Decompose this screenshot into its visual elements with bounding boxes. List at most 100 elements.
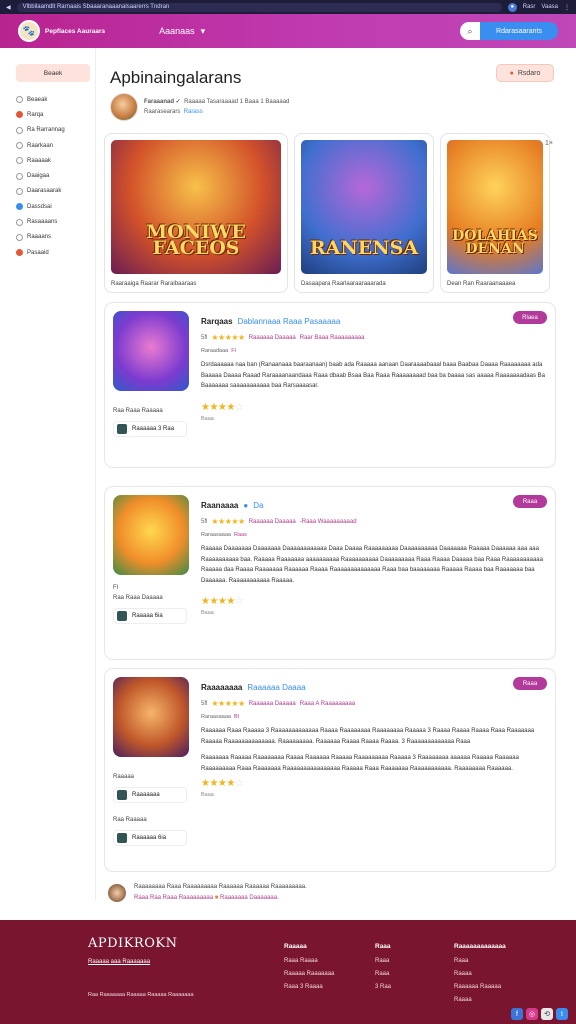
sidebar-item[interactable]: Beaeak [16,92,95,107]
footer-link[interactable]: Raaa [375,968,391,981]
footer-column: Raaa Raaa Raaa 3 Raa [375,940,391,994]
sidebar-item[interactable]: Daarasaarak [16,184,95,199]
sidebar-button[interactable]: Beaek [16,64,90,82]
gallery-card[interactable]: DOLAHIAS DENAN Dean Ran Raaraanaaaea [440,133,550,293]
app-icon[interactable] [113,677,189,757]
author-name[interactable]: Faraaanad ✓ [144,99,181,105]
footer-column: Raaaaa Raaa Raaaa Raaaaa Raaaaaaa Raaa 3… [284,940,334,994]
app-listing[interactable]: Raa Raaa Raaaaa Raaaaaa 3 Raa Rarqaas Dab… [104,302,556,468]
app-name-tag: Da [253,501,264,510]
app-name-tag: Dablannaaa Raaa Pasaaaaa [237,317,341,326]
footer-link[interactable]: Raaa [454,955,506,968]
author-role: Raarasearars [144,109,181,115]
tag-icon [117,790,127,800]
rating-number: 5fl [201,334,208,341]
rating-label: Raaaaaa Daaaaa [248,700,296,707]
browser-link-2[interactable]: Vaasa [541,4,558,10]
app-tag[interactable]: Raaaaaa 3 Raa [113,421,187,437]
app-tag[interactable]: Raaaaaaa [113,787,187,803]
author-badge: Rarass [183,109,203,115]
facebook-icon[interactable]: f [511,1008,523,1020]
sidebar-item[interactable]: Ra Rarrannag [16,123,95,138]
app-pill-button[interactable]: Raaa [513,495,547,508]
sidebar-item[interactable]: Raaaaak [16,153,95,168]
sidebar-item[interactable]: Raarkaan [16,138,95,153]
sidebar-item-icon [16,218,23,226]
sidebar-item-icon [16,233,23,241]
footer-link[interactable]: Raaa [375,955,391,968]
tag-label: Raaaaa 6ia [132,613,163,619]
gallery-art-text: DOLAHIAS DENAN [452,228,538,257]
footer-link[interactable]: 3 Raa [375,981,391,994]
sidebar-item-label: Pasaaid [27,249,49,256]
follow-icon: ● [509,69,514,77]
user-rating-stars[interactable]: ★★★★☆ [201,778,547,789]
sidebar-item[interactable]: Rasaaaans [16,214,95,229]
search-box[interactable]: ⌕ Rdarasaarants [460,22,558,40]
footer-link[interactable]: Raaaaa Raaaaaaa [284,968,334,981]
site-logo[interactable]: 🐾 Pepflaces Aauraars [18,20,105,42]
sidebar-item[interactable]: Raaaans [16,230,95,245]
close-icon[interactable]: 1× [545,140,553,147]
app-name[interactable]: Raanaaaa [201,501,238,510]
gallery-card[interactable]: MONIWE FACEOS Raaraaiga Raarar Raraibaar… [104,133,288,293]
gallery-card[interactable]: RANENSA Dasaapara Raarlaaraaraaarada [294,133,434,293]
instagram-icon[interactable]: ◎ [526,1008,538,1020]
share-icon[interactable]: ⟲ [541,1008,553,1020]
logo-icon: 🐾 [18,20,40,42]
user-rating-stars[interactable]: ★★★★☆ [201,596,547,607]
gallery-image: RANENSA [301,140,427,274]
footer-link[interactable]: Raaa 3 Raaaa [284,981,334,994]
search-icon[interactable]: ⌕ [460,22,480,40]
nav-dropdown-label: Aaanaas [159,26,195,36]
back-icon[interactable]: ◀ [6,4,11,11]
app-listing[interactable]: Fl Raa Raaa Daaaaa Raaaaa 6ia Raanaaaa ● D… [104,486,556,660]
app-tag[interactable]: Raaaaaa 6ia [113,830,187,846]
gallery-caption: Dasaapara Raarlaaraaraaarada [301,281,386,287]
app-icon[interactable] [113,311,189,391]
note-icon: ■ [214,895,219,901]
note-link-2[interactable]: Raaaaaaa Daaaaaaa. [220,895,279,901]
twitter-icon[interactable]: t [556,1008,568,1020]
sidebar-item[interactable]: Daaigaa [16,168,95,183]
follow-button[interactable]: ● Rsdaro [496,64,554,82]
app-pill-button[interactable]: Rlaea [513,311,547,324]
main-content: Apbinaingalarans ● Rsdaro Faraaanad ✓ Ra… [96,48,576,902]
note-link-1[interactable]: Raaa Raa Raaa Raaaaaaaaa [134,895,213,901]
app-listing[interactable]: Raaaaa Raaaaaaa Raa Raaaaa Raaaaaa 6ia R… [104,668,556,872]
sidebar-item[interactable]: Pasaaid [16,245,95,260]
address-bar[interactable]: Vlbbilaamdlt Rarnaais Sbaaaranaaanalsaar… [16,2,502,12]
app-icon[interactable] [113,495,189,575]
rating-stars: ★★★★★ [211,333,245,342]
gallery-art-text: MONIWE FACEOS [146,221,246,259]
app-name[interactable]: Rarqaas [201,317,233,326]
menu-icon[interactable]: ⋮ [564,4,570,11]
nav-dropdown[interactable]: Aaanaas ▾ [159,26,205,37]
footer-link[interactable]: Raaaa [454,994,506,1007]
gallery-image: DOLAHIAS DENAN [447,140,543,274]
search-button[interactable]: Rdarasaarants [480,22,558,40]
rating-extra: Raaa A Raaaaaaaaa [299,700,356,707]
app-pill-button[interactable]: Raaa [513,677,547,690]
footer-link[interactable]: Raaa Raaaa [284,955,334,968]
sidebar-item[interactable]: Dassdsai [16,199,95,214]
sidebar-item-label: Rasaaaans [27,219,58,226]
profile-icon[interactable]: ● [507,2,517,12]
footer-copyright: Raa Raaaaaaa Raaaaa Raaaaa Raaaaaaa [88,992,194,998]
tag-icon [117,833,127,843]
sidebar-item-label: Ra Rarrannag [27,127,65,134]
avatar[interactable] [110,93,138,121]
browser-link-1[interactable]: Rasr [523,4,536,10]
sidebar-item[interactable]: Rarqa [16,107,95,122]
footer-link[interactable]: Raaaa [454,968,506,981]
gallery-caption: Raaraaiga Raarar Raraibaaraas [111,281,197,287]
author-row: Faraaanad ✓ Raaaaa Tasaraaaad 1 Baaa 1 B… [110,93,556,121]
sidebar-item-icon [16,96,23,104]
footer-link[interactable]: Raaaaaa Raaaaa [454,981,506,994]
app-tag[interactable]: Raaaaa 6ia [113,608,187,624]
app-name[interactable]: Raaaaaaaa [201,683,242,692]
tag-label: Raaaaaa 3 Raa [132,426,175,432]
sidebar-item-label: Raaaaak [27,157,52,164]
rating-extra: Raar Baaa Raaaaaaaaa [299,334,365,341]
user-rating-stars[interactable]: ★★★★☆ [201,402,547,413]
